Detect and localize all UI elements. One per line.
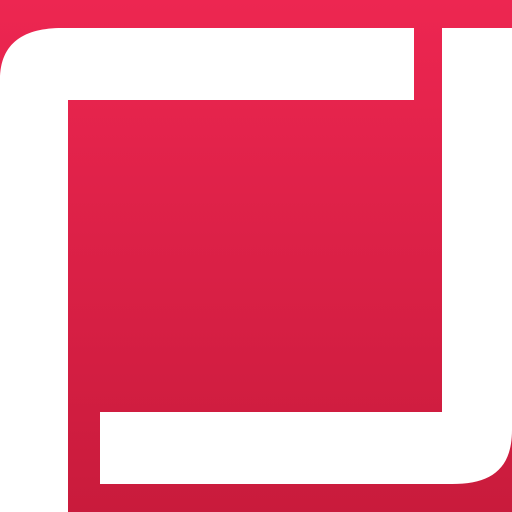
app-icon-canvas [0, 0, 512, 512]
app-logo-icon [0, 0, 512, 512]
